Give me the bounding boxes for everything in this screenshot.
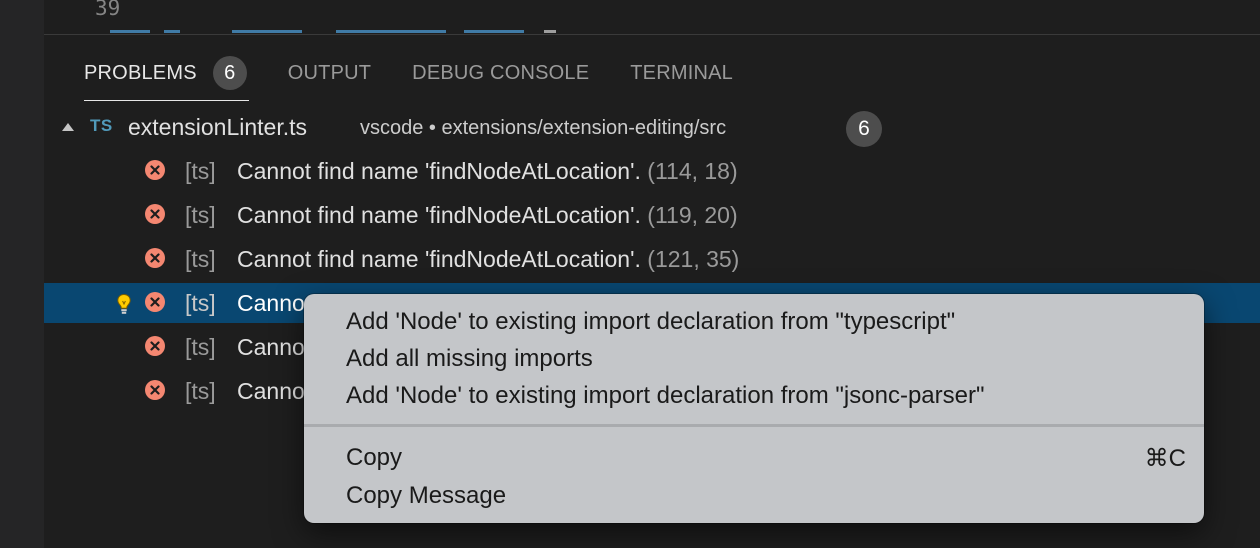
error-circle-icon [145,380,165,400]
vscode-window: 39 PROBLEMS 6 OUTPUT DEBUG CONSOLE TERMI… [0,0,1260,548]
problem-message-line: Cannot find name 'findNodeAtLocation'. (… [237,202,738,229]
problem-location: (114, 18) [647,158,738,184]
problem-message: Cannot find name 'findNodeAtLocation'. [237,202,641,228]
error-circle-icon [145,204,165,224]
editor-area[interactable]: 39 [44,0,1260,34]
code-text-fragment [232,30,302,33]
menu-item-label: Add 'Node' to existing import declaratio… [346,308,956,335]
error-circle-icon [145,160,165,180]
file-group-row[interactable]: TS extensionLinter.ts vscode • extension… [44,111,1260,147]
code-text-fragment [544,30,556,33]
problem-source: [ts] [185,290,216,316]
problem-source: [ts] [185,334,216,360]
tab-label: TERMINAL [630,61,733,84]
tab-label: DEBUG CONSOLE [412,61,590,84]
activity-gutter [0,0,44,548]
panel-tabs: PROBLEMS 6 OUTPUT DEBUG CONSOLE TERMINAL [84,56,774,101]
problem-message-line: Cannot find name 'findNodeAtLocation'. (… [237,158,738,185]
problem-location: (121, 35) [647,246,740,272]
menu-item-add-node-jsonc-parser[interactable]: Add 'Node' to existing import declaratio… [346,378,1186,414]
code-text-fragment [336,30,446,33]
tab-debug-console[interactable]: DEBUG CONSOLE [412,57,589,89]
menu-item-label: Add all missing imports [346,345,593,372]
tab-problems[interactable]: PROBLEMS 6 [84,56,249,101]
menu-item-copy[interactable]: Copy ⌘C [346,440,1186,476]
menu-item-label: Add 'Node' to existing import declaratio… [346,382,985,409]
menu-item-add-all-missing-imports[interactable]: Add all missing imports [346,341,1186,377]
line-number: 39 [95,0,121,20]
error-circle-icon [145,248,165,268]
menu-separator [304,424,1204,427]
problem-message: Cannot find name 'findNodeAtLocation'. [237,158,641,184]
problem-location: (119, 20) [647,202,738,228]
chevron-expanded-icon[interactable] [62,123,74,131]
error-circle-icon [145,336,165,356]
problem-source: [ts] [185,158,216,184]
code-text-fragment [464,30,524,33]
problem-row[interactable]: [ts] Cannot find name 'findNodeAtLocatio… [44,195,1260,235]
menu-item-add-node-typescript[interactable]: Add 'Node' to existing import declaratio… [346,304,1186,340]
file-path: vscode • extensions/extension-editing/sr… [360,117,727,139]
menu-shortcut: ⌘C [1144,444,1186,472]
problems-count-badge: 6 [212,56,247,90]
tab-output[interactable]: OUTPUT [288,57,371,89]
menu-item-label: Copy Message [346,482,507,509]
tab-label: OUTPUT [287,61,372,84]
error-circle-icon [145,292,165,312]
problem-message: Canno [237,290,305,316]
problem-source: [ts] [185,202,216,228]
problem-message: Cannot find name 'findNodeAtLocation'. [237,246,641,272]
typescript-file-icon: TS [90,116,113,135]
problem-source: [ts] [185,246,216,272]
file-problem-count-badge: 6 [846,111,882,147]
problem-row[interactable]: [ts] Cannot find name 'findNodeAtLocatio… [44,239,1260,279]
problem-row[interactable]: [ts] Cannot find name 'findNodeAtLocatio… [44,151,1260,191]
file-name: extensionLinter.ts [128,114,308,140]
problem-message: Canno [237,378,305,404]
lightbulb-icon[interactable] [116,293,132,320]
menu-item-label: Copy [346,444,403,471]
code-text-fragment [164,30,180,33]
problem-source: [ts] [185,378,216,404]
code-text-fragment [110,30,150,33]
context-menu: Add 'Node' to existing import declaratio… [304,294,1204,523]
tab-terminal[interactable]: TERMINAL [630,57,733,89]
tab-label: PROBLEMS [84,61,197,84]
problem-message-line: Cannot find name 'findNodeAtLocation'. (… [237,246,739,273]
menu-item-copy-message[interactable]: Copy Message [346,478,1186,514]
problem-message: Canno [237,334,305,360]
